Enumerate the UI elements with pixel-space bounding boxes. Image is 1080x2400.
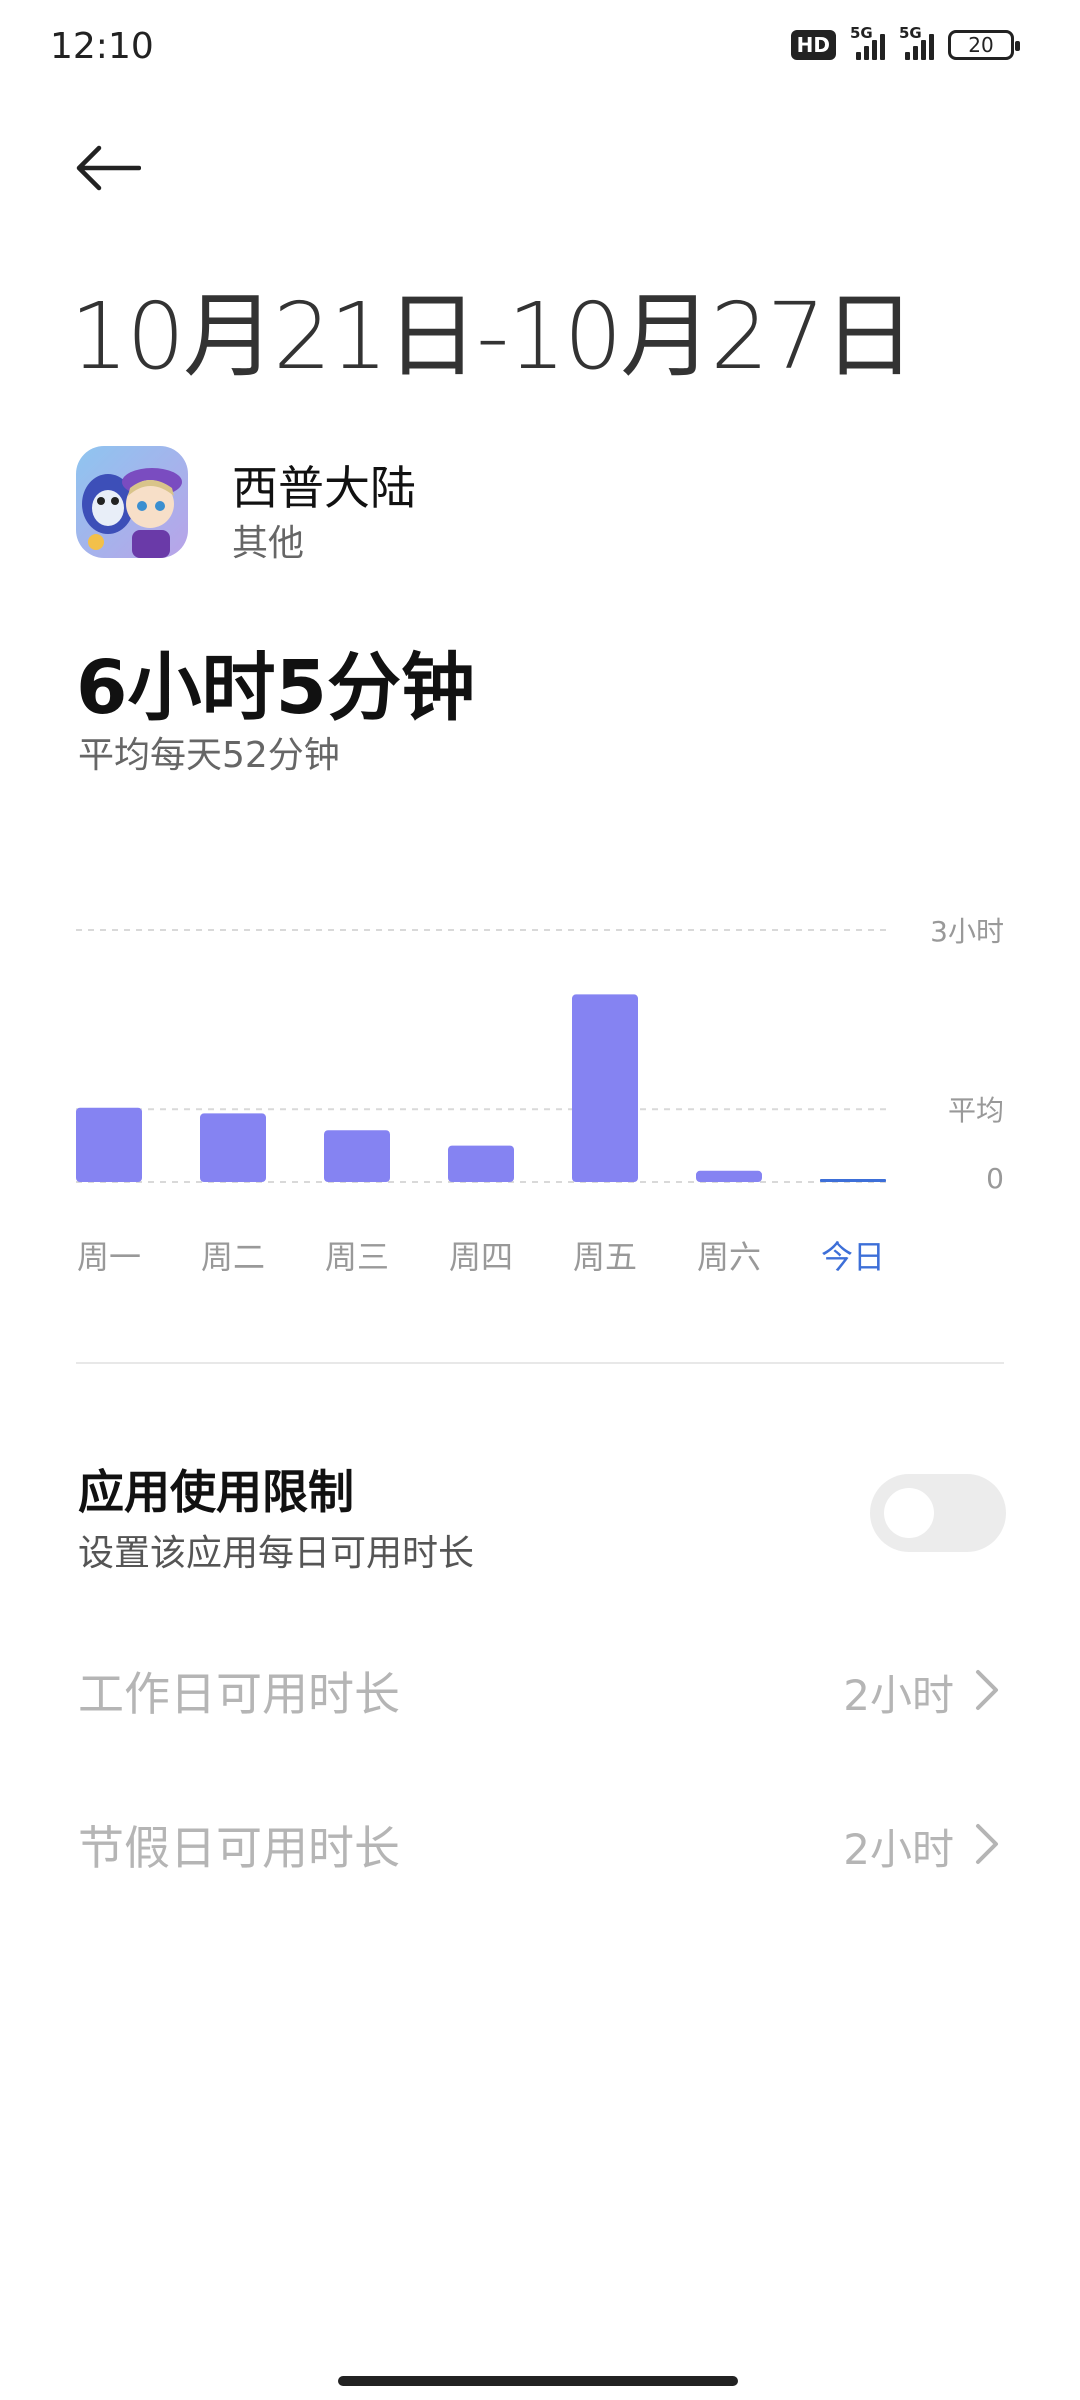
status-time: 12:10 xyxy=(50,26,154,67)
holiday-limit-value: 2小时 xyxy=(843,1825,954,1874)
signal-icon-1: 5G xyxy=(850,24,885,60)
x-tick-label-4: 周五 xyxy=(572,1238,637,1276)
usage-limit-title: 应用使用限制 xyxy=(78,1465,354,1519)
weekday-limit-row[interactable]: 工作日可用时长 2小时 xyxy=(0,1630,1080,1750)
bar-5[interactable] xyxy=(696,1170,762,1182)
usage-limit-subtitle: 设置该应用每日可用时长 xyxy=(78,1533,475,1574)
app-icon xyxy=(76,446,188,558)
bar-3[interactable] xyxy=(448,1145,514,1182)
usage-limit-row[interactable]: 应用使用限制 设置该应用每日可用时长 xyxy=(0,1440,1080,1580)
chevron-right-icon xyxy=(976,1670,998,1710)
app-name: 西普大陆 xyxy=(232,461,416,515)
bar-6[interactable] xyxy=(820,1179,886,1182)
app-category: 其他 xyxy=(232,523,305,564)
divider xyxy=(76,1362,1004,1364)
weekday-limit-value: 2小时 xyxy=(843,1671,954,1720)
hd-voice-icon: HD xyxy=(790,30,836,60)
chevron-right-icon xyxy=(976,1824,998,1864)
x-tick-label-6: 今日 xyxy=(820,1238,885,1276)
x-tick-label-1: 周二 xyxy=(200,1238,265,1276)
status-icons: HD 5G 5G 20 xyxy=(790,24,1020,60)
average-usage-time: 平均每天52分钟 xyxy=(78,735,340,776)
x-tick-label-2: 周三 xyxy=(324,1238,389,1276)
network-type-2: 5G xyxy=(899,24,922,42)
y-tick-label-zero: 0 xyxy=(986,1162,1004,1195)
bar-4[interactable] xyxy=(572,994,638,1182)
arrow-left-icon xyxy=(76,145,141,191)
status-bar: 12:10 HD 5G 5G 20 xyxy=(0,0,1080,100)
bar-1[interactable] xyxy=(200,1113,266,1182)
back-button[interactable] xyxy=(72,138,144,198)
holiday-limit-row[interactable]: 节假日可用时长 2小时 xyxy=(0,1784,1080,1904)
holiday-limit-label: 节假日可用时长 xyxy=(78,1821,400,1875)
toggle-knob xyxy=(884,1488,934,1538)
chart-plot xyxy=(76,929,886,1183)
total-usage-time: 6小时5分钟 xyxy=(76,645,475,731)
signal-icon-2: 5G xyxy=(899,24,934,60)
x-tick-label-0: 周一 xyxy=(76,1238,141,1276)
y-tick-label-max: 3小时 xyxy=(930,915,1004,948)
bar-2[interactable] xyxy=(324,1130,390,1182)
battery-icon: 20 xyxy=(948,30,1020,60)
x-tick-label-5: 周六 xyxy=(696,1238,761,1276)
page-title: 10月21日-10月27日 xyxy=(70,283,915,390)
usage-bar-chart: 3小时 平均 0 周一 周二 周三 周四 周五 周六 今日 xyxy=(0,880,1080,1280)
usage-limit-toggle[interactable] xyxy=(870,1474,1006,1552)
x-tick-label-3: 周四 xyxy=(448,1238,513,1276)
bar-0[interactable] xyxy=(76,1107,142,1182)
y-tick-label-average: 平均 xyxy=(947,1094,1004,1128)
weekday-limit-label: 工作日可用时长 xyxy=(78,1667,400,1721)
home-indicator[interactable] xyxy=(338,2376,738,2386)
battery-level: 20 xyxy=(968,33,994,57)
network-type-1: 5G xyxy=(850,24,873,42)
